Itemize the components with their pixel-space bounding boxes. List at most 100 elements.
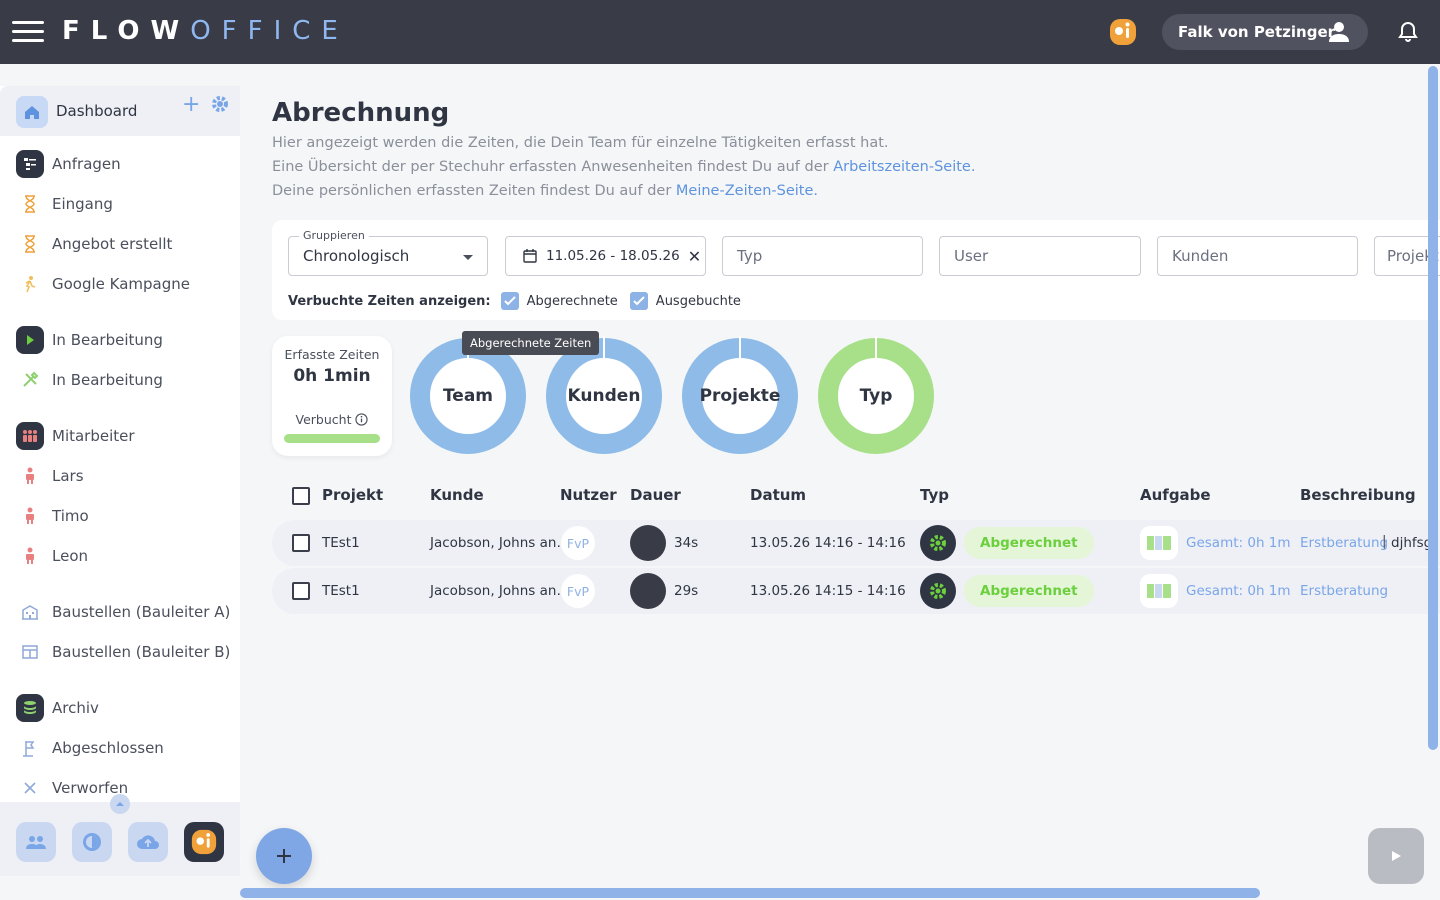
team-icon: [26, 836, 46, 849]
row-extra: djhfsg: [1391, 535, 1433, 551]
row-datum: 13.05.26 14:16 - 14:16: [750, 535, 906, 551]
header-typ[interactable]: Typ: [920, 486, 949, 504]
sidebar-item-eingang[interactable]: Eingang: [0, 186, 240, 222]
row-beschreibung[interactable]: Erstberatung: [1300, 535, 1388, 551]
meine-zeiten-link[interactable]: Meine-Zeiten-Seite.: [676, 183, 818, 199]
play-icon: [16, 326, 44, 354]
kunden-filter-input[interactable]: Kunden: [1157, 236, 1358, 276]
flag-icon: [16, 734, 44, 762]
user-name: Falk von Petzinger: [1178, 23, 1336, 41]
assistant-button[interactable]: [184, 822, 224, 862]
date-range-field[interactable]: 11.05.26 - 18.05.26 ✕: [505, 236, 706, 276]
header-projekt[interactable]: Projekt: [322, 486, 383, 504]
row-beschreibung[interactable]: Erstberatung: [1300, 583, 1388, 599]
task-progress-icon: [1140, 526, 1178, 560]
person-icon: [1329, 22, 1349, 42]
header-datum[interactable]: Datum: [750, 486, 806, 504]
header-dauer[interactable]: Dauer: [630, 486, 681, 504]
billed-option-label: Abgerechnete: [526, 293, 618, 309]
sidebar-item-google-kampagne[interactable]: Google Kampagne: [0, 266, 240, 302]
sidebar-item-timo[interactable]: Timo: [0, 498, 240, 534]
sidebar-item-angebot[interactable]: Angebot erstellt: [0, 226, 240, 262]
row-checkbox[interactable]: [292, 534, 310, 552]
user-avatar[interactable]: FvP: [561, 574, 595, 608]
sidebar-item-mitarbeiter[interactable]: Mitarbeiter: [0, 418, 240, 454]
person-icon: [16, 502, 44, 530]
status-badge: Abgerechnet: [964, 527, 1094, 559]
row-dauer: 34s: [674, 535, 699, 551]
sidebar-item-anfragen[interactable]: Anfragen: [0, 146, 240, 182]
sidebar-header[interactable]: Dashboard +: [0, 86, 240, 136]
sidebar-item-baustellen-b[interactable]: Baustellen (Bauleiter B): [0, 634, 240, 670]
page-title: Abrechnung: [272, 98, 450, 128]
gear-icon: [920, 573, 956, 609]
arbeitszeiten-link[interactable]: Arbeitszeiten-Seite.: [833, 159, 975, 175]
timer-button[interactable]: [72, 822, 112, 862]
group-select[interactable]: Gruppieren Chronologisch: [288, 229, 488, 276]
people-icon: [16, 422, 44, 450]
projekte-donut-label: Projekte: [699, 386, 781, 406]
team-button[interactable]: [16, 822, 56, 862]
sidebar-item-label: In Bearbeitung: [52, 331, 163, 349]
clear-date-icon[interactable]: ✕: [688, 247, 701, 266]
header-nutzer[interactable]: Nutzer: [560, 486, 617, 504]
user-menu-button[interactable]: Falk von Petzinger: [1162, 14, 1368, 50]
sidebar-item-in-bearbeitung[interactable]: In Bearbeitung: [0, 322, 240, 358]
horizontal-scrollbar[interactable]: [240, 888, 1260, 898]
sidebar-expand-button[interactable]: [110, 794, 130, 814]
play-button[interactable]: [1368, 828, 1424, 884]
booked-checkbox[interactable]: [629, 292, 648, 310]
sidebar-item-leon[interactable]: Leon: [0, 538, 240, 574]
app-assistant-icon[interactable]: [1108, 17, 1138, 47]
task-progress-icon: [1140, 574, 1178, 608]
upload-button[interactable]: [128, 822, 168, 862]
typ-donut[interactable]: Typ: [816, 336, 936, 456]
row-projekt: TEst1: [322, 535, 360, 551]
row-dauer: 29s: [674, 583, 699, 599]
row-datum: 13.05.26 14:15 - 14:16: [750, 583, 906, 599]
add-entry-button[interactable]: [256, 828, 312, 884]
add-icon[interactable]: +: [182, 92, 200, 117]
check-icon: [633, 296, 645, 306]
row-checkbox[interactable]: [292, 582, 310, 600]
clock-icon: [83, 833, 101, 851]
header-kunde[interactable]: Kunde: [430, 486, 484, 504]
select-all-checkbox[interactable]: [292, 487, 310, 505]
calendar-icon: [523, 249, 537, 263]
sidebar-item-label: Archiv: [52, 699, 99, 717]
notification-bell-icon[interactable]: [1396, 20, 1420, 44]
sidebar-item-in-bearbeitung-tools[interactable]: In Bearbeitung: [0, 362, 240, 398]
info-icon[interactable]: [355, 413, 369, 426]
header-beschreibung[interactable]: Beschreibung: [1300, 486, 1416, 504]
captured-times-card: Erfasste Zeiten 0h 1min Verbucht: [272, 336, 392, 456]
user-filter-input[interactable]: User: [939, 236, 1141, 276]
sidebar-item-lars[interactable]: Lars: [0, 458, 240, 494]
row-projekt: TEst1: [322, 583, 360, 599]
caret-down-icon: [463, 255, 473, 260]
description-line-1: Hier angezeigt werden die Zeiten, die De…: [272, 135, 889, 151]
typ-filter-input[interactable]: Typ: [722, 236, 923, 276]
gear-icon[interactable]: [210, 94, 230, 114]
sidebar-item-archiv[interactable]: Archiv: [0, 690, 240, 726]
header-aufgabe[interactable]: Aufgabe: [1140, 486, 1211, 504]
sidebar-item-baustellen-a[interactable]: Baustellen (Bauleiter A): [0, 594, 240, 630]
sidebar-item-label: Mitarbeiter: [52, 427, 135, 445]
sidebar-item-label: Baustellen (Bauleiter B): [52, 643, 231, 661]
app-logo: FLOWOFFICE: [62, 16, 349, 46]
sidebar-item-abgeschlossen[interactable]: Abgeschlossen: [0, 730, 240, 766]
building-icon: [16, 598, 44, 626]
sidebar-item-label: Lars: [52, 467, 84, 485]
group-select-label: Gruppieren: [299, 229, 369, 242]
close-icon: [16, 774, 44, 802]
menu-icon[interactable]: [12, 21, 44, 43]
task-total[interactable]: Gesamt: 0h 1m: [1186, 535, 1291, 551]
user-avatar[interactable]: FvP: [561, 526, 595, 560]
billed-checkbox[interactable]: [500, 292, 519, 310]
cloud-upload-icon: [137, 835, 159, 849]
projekte-donut[interactable]: Projekte: [680, 336, 800, 456]
vertical-scrollbar[interactable]: [1428, 66, 1438, 750]
database-icon: [16, 694, 44, 722]
booked-option-label: Ausgebuchte: [655, 293, 741, 309]
top-bar: FLOWOFFICE Falk von Petzinger: [0, 0, 1440, 64]
task-total[interactable]: Gesamt: 0h 1m: [1186, 583, 1291, 599]
